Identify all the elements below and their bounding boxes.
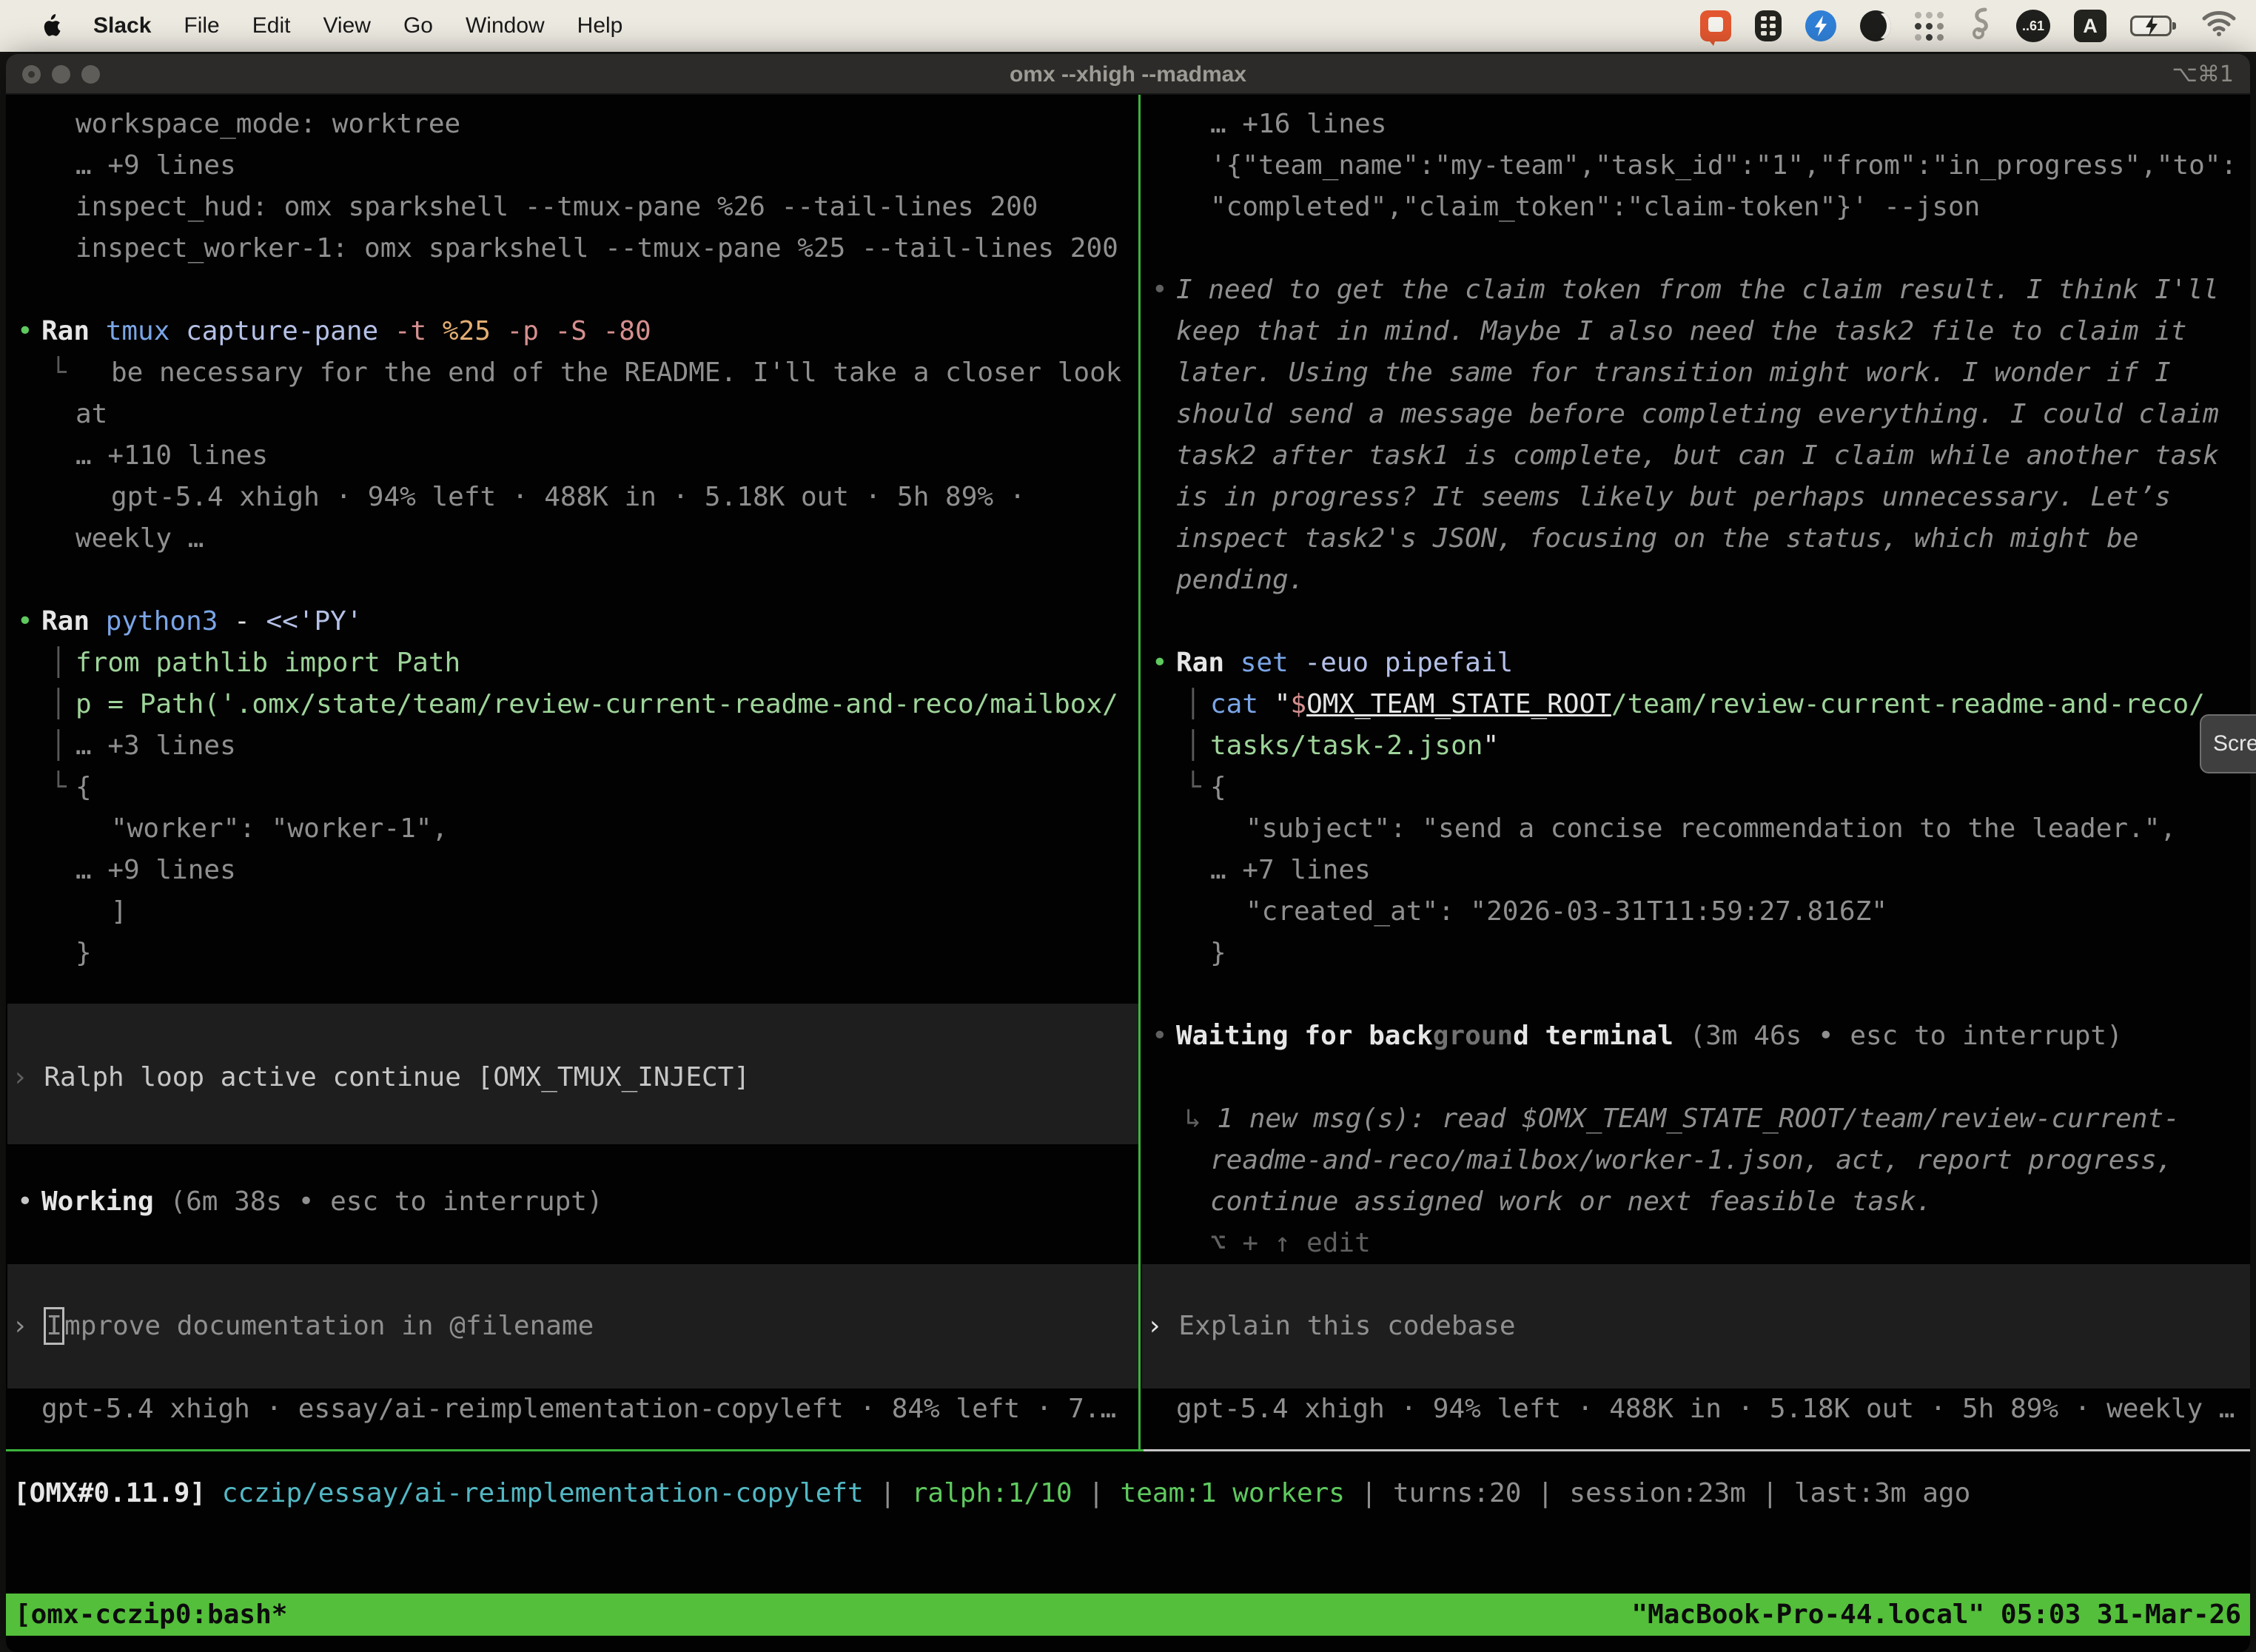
terminal-line: … +3 lines (75, 725, 236, 767)
terminal-line: Ran set -euo pipefail (1176, 642, 1513, 684)
tree-guide-icon: │ (50, 684, 67, 725)
tmux-status-bar: [omx-cczip0:bash* "MacBook-Pro-44.local"… (6, 1594, 2250, 1636)
terminal-line: pending. (1176, 560, 1304, 601)
battery-charging-icon[interactable] (2130, 16, 2178, 36)
menu-item-view[interactable]: View (323, 13, 370, 38)
desktop: { "menu_bar": { "app_name": "Slack", "it… (0, 0, 2256, 1652)
terminal-line: Waiting for background terminal (3m 46s … (1176, 1015, 2123, 1057)
terminal-line: … +7 lines (1210, 850, 1371, 891)
terminal-line: at (75, 394, 107, 435)
terminal-line: ⌥ + ↑ edit (1210, 1223, 1371, 1264)
terminal-pane-right[interactable]: … +16 lines'{"team_name":"my-team","task… (1142, 95, 2250, 1449)
terminal-line: › Ralph loop active continue [OMX_TMUX_I… (12, 1057, 750, 1098)
terminal-line: from pathlib import Path (75, 642, 460, 684)
tree-guide-icon: └ (50, 352, 67, 394)
terminal-line: { (1210, 767, 1226, 808)
terminal-line: inspect task2's JSON, focusing on the st… (1176, 518, 2138, 560)
terminal-line: later. Using the same for transition mig… (1176, 352, 2171, 394)
terminal-line: p = Path('.omx/state/team/review-current… (75, 684, 1118, 725)
pane-border-bottom-active (6, 1449, 1144, 1451)
terminal-line: "subject": "send a concise recommendatio… (1246, 808, 2176, 850)
terminal-line: tasks/task-2.json" (1210, 725, 1499, 767)
terminal-line: ↳ 1 new msg(s): read $OMX_TEAM_STATE_ROO… (1185, 1098, 2180, 1140)
terminal-line: I need to get the claim token from the c… (1176, 269, 2219, 311)
terminal-line: inspect_worker-1: omx sparkshell --tmux-… (75, 228, 1118, 269)
dots-grid-icon[interactable] (1915, 12, 1944, 41)
badge-61-icon[interactable]: ..61 (2016, 10, 2050, 42)
terminal-line: } (75, 933, 92, 974)
terminal-line: be necessary for the end of the README. … (111, 352, 1121, 394)
blue-bolt-icon[interactable] (1805, 10, 1836, 41)
terminal-line: keep that in mind. Maybe I also need the… (1176, 311, 2186, 352)
minimize-window-button[interactable] (52, 65, 70, 84)
terminal-line: task2 after task1 is complete, but can I… (1176, 435, 2219, 477)
shield-grid-icon[interactable] (1755, 10, 1782, 41)
bullet-icon: • (17, 1181, 33, 1223)
close-window-button[interactable] (22, 65, 41, 84)
terminal-line: should send a message before completing … (1176, 394, 2219, 435)
tree-guide-icon: └ (1185, 767, 1201, 808)
terminal-line: { (75, 767, 92, 808)
terminal-line: "worker": "worker-1", (111, 808, 448, 850)
wifi-icon[interactable] (2201, 10, 2237, 42)
terminal-line: is in progress? It seems likely but perh… (1176, 477, 2171, 518)
tree-guide-icon: │ (1185, 725, 1201, 767)
tree-guide-icon: │ (1185, 684, 1201, 725)
terminal-line: continue assigned work or next feasible … (1210, 1181, 1932, 1223)
terminal-line: … +110 lines (75, 435, 268, 477)
tree-guide-icon: │ (50, 725, 67, 767)
maximize-window-button[interactable] (81, 65, 100, 84)
terminal-line: "created_at": "2026-03-31T11:59:27.816Z" (1246, 891, 1887, 933)
bullet-icon: • (17, 601, 33, 642)
terminal-line: inspect_hud: omx sparkshell --tmux-pane … (75, 187, 1038, 228)
tree-guide-icon: │ (50, 642, 67, 684)
macos-menu-bar: Slack File Edit View Go Window Help ..61… (0, 0, 2256, 52)
input-source-icon[interactable]: A (2074, 10, 2106, 42)
terminal-line: … +16 lines (1210, 104, 1386, 145)
terminal-line: gpt-5.4 xhigh · 94% left · 488K in · 5.1… (111, 477, 1025, 518)
terminal-line: } (1210, 933, 1226, 974)
terminal-line: '{"team_name":"my-team","task_id":"1","f… (1210, 145, 2237, 187)
omx-status-bar: [OMX#0.11.9] cczip/essay/ai-reimplementa… (13, 1473, 2241, 1514)
terminal-line: › Improve documentation in @filename (12, 1306, 594, 1347)
tmux-host-clock-label: "MacBook-Pro-44.local" 05:03 31-Mar-26 (1631, 1594, 2241, 1636)
terminal-line: … +9 lines (75, 145, 236, 187)
chat-app-icon[interactable] (1700, 10, 1731, 41)
terminal-line: readme-and-reco/mailbox/worker-1.json, a… (1210, 1140, 2172, 1181)
terminal-line: "completed","claim_token":"claim-token"}… (1210, 187, 1980, 228)
terminal-line: gpt-5.4 xhigh · 94% left · 488K in · 5.1… (1176, 1389, 2235, 1430)
menu-item-edit[interactable]: Edit (252, 13, 291, 38)
menu-item-window[interactable]: Window (466, 13, 545, 38)
menu-item-file[interactable]: File (184, 13, 219, 38)
pane-divider[interactable] (1138, 95, 1141, 1449)
screen-tooltip: Scre (2200, 714, 2256, 773)
terminal-line: Working (6m 38s • esc to interrupt) (41, 1181, 603, 1223)
bullet-icon: • (1152, 1015, 1168, 1057)
bullet-icon: • (1152, 269, 1168, 311)
tmux-session-label[interactable]: [omx-cczip0:bash* (15, 1594, 287, 1636)
pane-border-bottom-inactive (1144, 1449, 2250, 1451)
terminal-line: › Explain this codebase (1147, 1306, 1516, 1347)
terminal-pane-left[interactable]: workspace_mode: worktree… +9 linesinspec… (7, 95, 1138, 1449)
window-shortcut-badge: ⌥⌘1 (2172, 54, 2234, 95)
window-title: omx --xhigh --madmax (758, 54, 1498, 95)
menu-item-go[interactable]: Go (403, 13, 433, 38)
terminal-line: Ran tmux capture-pane -t %25 -p -S -80 (41, 311, 651, 352)
terminal-line: gpt-5.4 xhigh · essay/ai-reimplementatio… (41, 1389, 1116, 1430)
terminal-line: … +9 lines (75, 850, 236, 891)
terminal-line: workspace_mode: worktree (75, 104, 460, 145)
tree-guide-icon: └ (50, 767, 67, 808)
terminal-line: weekly … (75, 518, 204, 560)
apple-menu-icon[interactable] (41, 14, 61, 38)
terminal-line: cat "$OMX_TEAM_STATE_ROOT/team/review-cu… (1210, 684, 2205, 725)
bullet-icon: • (17, 311, 33, 352)
menu-item-help[interactable]: Help (577, 13, 623, 38)
menu-app-name[interactable]: Slack (93, 13, 151, 38)
bullet-icon: • (1152, 642, 1168, 684)
moon-pie-icon[interactable] (1860, 10, 1891, 41)
terminal-line: Ran python3 - <<'PY' (41, 601, 363, 642)
terminal-line: ] (111, 891, 127, 933)
snake-s-icon[interactable] (1967, 6, 1993, 46)
